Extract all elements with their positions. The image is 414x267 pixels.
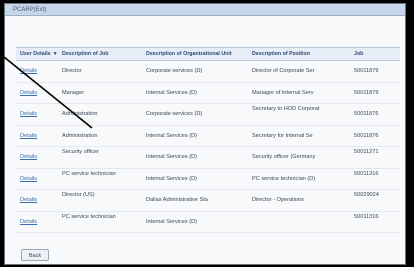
details-link[interactable]: Details [20, 90, 37, 96]
job-id-cell: 50011271 [354, 149, 379, 155]
col-description-org-unit[interactable]: Description of Organizational Unit [144, 48, 250, 60]
details-link[interactable]: Details [20, 133, 37, 139]
col-job[interactable]: Job [352, 48, 400, 60]
details-link[interactable]: Details [20, 111, 37, 117]
org-unit-cell: Internal Services (D) [146, 175, 197, 182]
position-cell: Manager of Internal Serv [252, 89, 314, 96]
position-cell: Director - Operations [252, 197, 304, 203]
col-description-job[interactable]: Description of Job [60, 48, 144, 60]
job-cell: Manager [62, 89, 85, 96]
org-unit-cell: Internal Services (D) [146, 89, 197, 96]
position-cell: Director of Corporate Ser [252, 68, 315, 74]
job-cell: Security officer [62, 149, 99, 155]
job-id-cell: 50029024 [354, 192, 379, 198]
org-unit-cell: Corporate services (D) [146, 111, 203, 117]
details-link[interactable]: Details [20, 197, 37, 203]
job-id-cell: 50011879 [354, 89, 379, 96]
col-user-details[interactable]: User Details ▼ [16, 48, 60, 60]
details-link[interactable]: Details [20, 154, 37, 160]
position-cell: Secretary to HOD Corporat [252, 106, 320, 112]
job-id-cell: 50011876 [354, 111, 379, 117]
results-table: User Details ▼ Description of Job Descrip… [16, 47, 400, 233]
job-id-cell: 50011879 [354, 68, 379, 74]
org-unit-cell: Corporate services (D) [146, 68, 203, 74]
details-link[interactable]: Details [20, 176, 37, 182]
window-title: PCARP(Ext) [5, 4, 405, 16]
back-button[interactable]: Back [21, 249, 49, 261]
app-window: PCARP(Ext) User Details ▼ Description of … [4, 3, 406, 265]
table-row[interactable]: Details Security officer Internal Services… [16, 147, 400, 169]
table-row[interactable]: Details PC service technician Internal Ser… [16, 169, 400, 190]
job-cell: Director [62, 68, 82, 74]
position-cell: PC service technician (D) [252, 175, 316, 182]
job-id-cell: 50011876 [354, 132, 379, 139]
org-unit-cell: Dallas Administrative Sta [146, 197, 208, 203]
org-unit-cell: Internal Services (D) [146, 132, 197, 139]
org-unit-cell: Internal Services (D) [146, 154, 197, 160]
job-cell: Administration [62, 132, 98, 139]
col-description-position[interactable]: Description of Position [250, 48, 352, 60]
table-row[interactable]: Details Administration Internal Services (… [16, 126, 400, 147]
content-area: User Details ▼ Description of Job Descrip… [5, 16, 405, 264]
table-row[interactable]: Details PC service technician Internal Ser… [16, 212, 400, 233]
table-body: Details Director Corporate services (D) Dir… [16, 61, 400, 233]
table-row[interactable]: Details Director Corporate services (D) Dir… [16, 61, 400, 83]
sort-desc-icon[interactable]: ▼ [53, 48, 58, 60]
job-cell: PC service technician [62, 213, 116, 220]
table-row[interactable]: Details Manager Internal Services (D) Manag… [16, 83, 400, 104]
table-row[interactable]: Details Administration Corporate services … [16, 104, 400, 126]
position-cell: Secretary for Internal Se [252, 132, 313, 139]
details-link[interactable]: Details [20, 219, 37, 225]
job-cell: Director (US) [62, 192, 95, 198]
org-unit-cell: Internal Services (D) [146, 218, 197, 225]
job-id-cell: 50011316 [354, 170, 379, 177]
table-header: User Details ▼ Description of Job Descrip… [16, 47, 400, 61]
table-row[interactable]: Details Director (US) Dallas Administrativ… [16, 190, 400, 212]
job-cell: Administration [62, 111, 98, 117]
position-cell: Security officer (Germany [252, 154, 316, 160]
job-id-cell: 50011316 [354, 213, 379, 220]
details-link[interactable]: Details [20, 68, 37, 74]
job-cell: PC service technician [62, 170, 116, 177]
